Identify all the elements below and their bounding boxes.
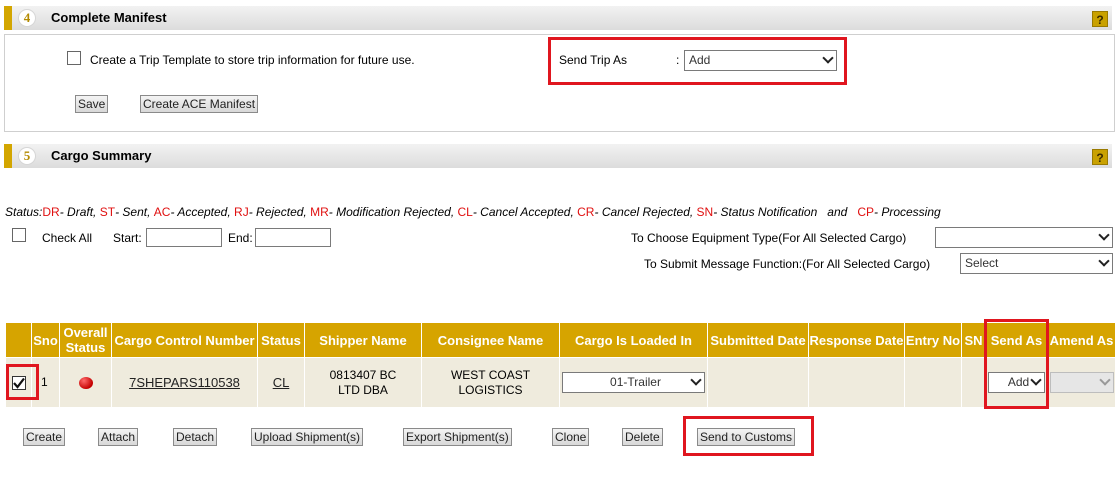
row-overall-status	[60, 358, 112, 407]
section-header-cargo-summary: 5 Cargo Summary ?	[4, 144, 1112, 168]
message-function-select[interactable]: Select	[960, 253, 1113, 274]
start-input[interactable]	[146, 228, 222, 247]
chevron-down-icon	[1098, 374, 1111, 386]
cargo-control-number-link[interactable]: 7SHEPARS110538	[129, 375, 240, 390]
header-submitted-date: Submitted Date	[708, 323, 809, 357]
upload-shipments-button[interactable]: Upload Shipment(s)	[251, 428, 364, 446]
equipment-type-label: To Choose Equipment Type(For All Selecte…	[631, 231, 907, 245]
help-icon[interactable]: ?	[1092, 149, 1108, 165]
message-function-value: Select	[965, 256, 999, 270]
row-amend-as-cell	[1048, 358, 1115, 407]
row-consignee-name: WEST COAST LOGISTICS	[422, 358, 560, 407]
section-accent-bar	[4, 6, 12, 30]
help-icon[interactable]: ?	[1092, 11, 1108, 27]
amend-as-select[interactable]	[1049, 372, 1114, 393]
trip-template-checkbox[interactable]	[67, 51, 81, 65]
chevron-down-icon	[690, 374, 702, 386]
header-consignee-name: Consignee Name	[422, 323, 560, 357]
cargo-loaded-value: 01-Trailer	[610, 375, 661, 389]
row-status-cell: CL	[258, 358, 305, 407]
status-text: - Accepted,	[170, 205, 231, 219]
section-number: 5	[18, 147, 36, 165]
equipment-type-select[interactable]	[935, 227, 1113, 248]
header-amend-as: Amend As	[1048, 323, 1115, 357]
header-overall-status: Overall Status	[60, 323, 112, 357]
status-code: ST	[99, 205, 116, 219]
header-entry-no: Entry No	[905, 323, 962, 357]
status-link[interactable]: CL	[273, 375, 290, 390]
create-ace-manifest-button[interactable]: Create ACE Manifest	[140, 95, 259, 113]
highlight-row-checkbox	[6, 364, 39, 400]
clone-button[interactable]: Clone	[552, 428, 590, 446]
status-text: - Draft,	[59, 205, 97, 219]
status-text: - Modification Rejected,	[328, 205, 455, 219]
header-sn: SN	[962, 323, 986, 357]
status-code: MR	[310, 205, 329, 219]
check-all-label: Check All	[42, 231, 93, 245]
header-cargo-control-number: Cargo Control Number	[112, 323, 258, 357]
status-text: - Sent,	[115, 205, 151, 219]
chevron-down-icon	[1098, 255, 1110, 267]
row-cargo-loaded-cell: 01-Trailer	[560, 358, 708, 407]
end-input[interactable]	[255, 228, 331, 247]
status-and: and	[827, 205, 848, 219]
status-code: AC	[153, 205, 171, 219]
highlight-send-to-customs	[683, 416, 814, 456]
row-sn	[962, 358, 986, 407]
start-label: Start:	[113, 231, 142, 245]
section-title: Complete Manifest	[51, 10, 167, 25]
status-code: SN	[696, 205, 714, 219]
trip-template-label: Create a Trip Template to store trip inf…	[90, 53, 415, 67]
header-status: Status	[258, 323, 305, 357]
status-text: - Cancel Rejected,	[594, 205, 694, 219]
section-header-complete-manifest: 4 Complete Manifest ?	[4, 6, 1112, 30]
header-sno: Sno	[32, 323, 60, 357]
status-code: CL	[457, 205, 473, 219]
row-entry-no	[905, 358, 962, 407]
check-all-checkbox[interactable]	[12, 228, 26, 242]
chevron-down-icon	[1098, 229, 1110, 241]
status-prefix: Status:	[5, 205, 43, 219]
create-button[interactable]: Create	[23, 428, 66, 446]
highlight-send-trip	[548, 37, 847, 85]
export-shipments-button[interactable]: Export Shipment(s)	[403, 428, 512, 446]
status-code: RJ	[234, 205, 249, 219]
row-submitted-date	[708, 358, 809, 407]
save-button[interactable]: Save	[75, 95, 109, 113]
cargo-loaded-select[interactable]: 01-Trailer	[562, 372, 705, 393]
status-text: - Rejected,	[248, 205, 307, 219]
status-code: CP	[857, 205, 874, 219]
row-shipper-name: 0813407 BC LTD DBA	[305, 358, 422, 407]
detach-button[interactable]: Detach	[173, 428, 218, 446]
status-text: - Status Notification	[713, 205, 818, 219]
header-select	[6, 323, 32, 357]
status-code: DR	[42, 205, 60, 219]
delete-button[interactable]: Delete	[622, 428, 663, 446]
row-response-date	[809, 358, 905, 407]
header-cargo-loaded-in: Cargo Is Loaded In	[560, 323, 708, 357]
section-number: 4	[18, 9, 36, 27]
red-status-dot-icon	[78, 376, 93, 389]
status-legend: Status:DR- Draft, ST- Sent, AC- Accepted…	[5, 205, 941, 219]
section-title: Cargo Summary	[51, 148, 152, 163]
section-accent-bar	[4, 144, 12, 168]
end-label: End:	[228, 231, 253, 245]
status-code: CR	[577, 205, 595, 219]
highlight-send-as	[984, 319, 1049, 409]
status-text: - Processing	[874, 205, 941, 219]
header-response-date: Response Date	[809, 323, 905, 357]
status-text: - Cancel Accepted,	[472, 205, 574, 219]
header-shipper-name: Shipper Name	[305, 323, 422, 357]
attach-button[interactable]: Attach	[98, 428, 139, 446]
row-cargo-control-number-cell: 7SHEPARS110538	[112, 358, 258, 407]
message-function-label: To Submit Message Function:(For All Sele…	[644, 257, 931, 271]
